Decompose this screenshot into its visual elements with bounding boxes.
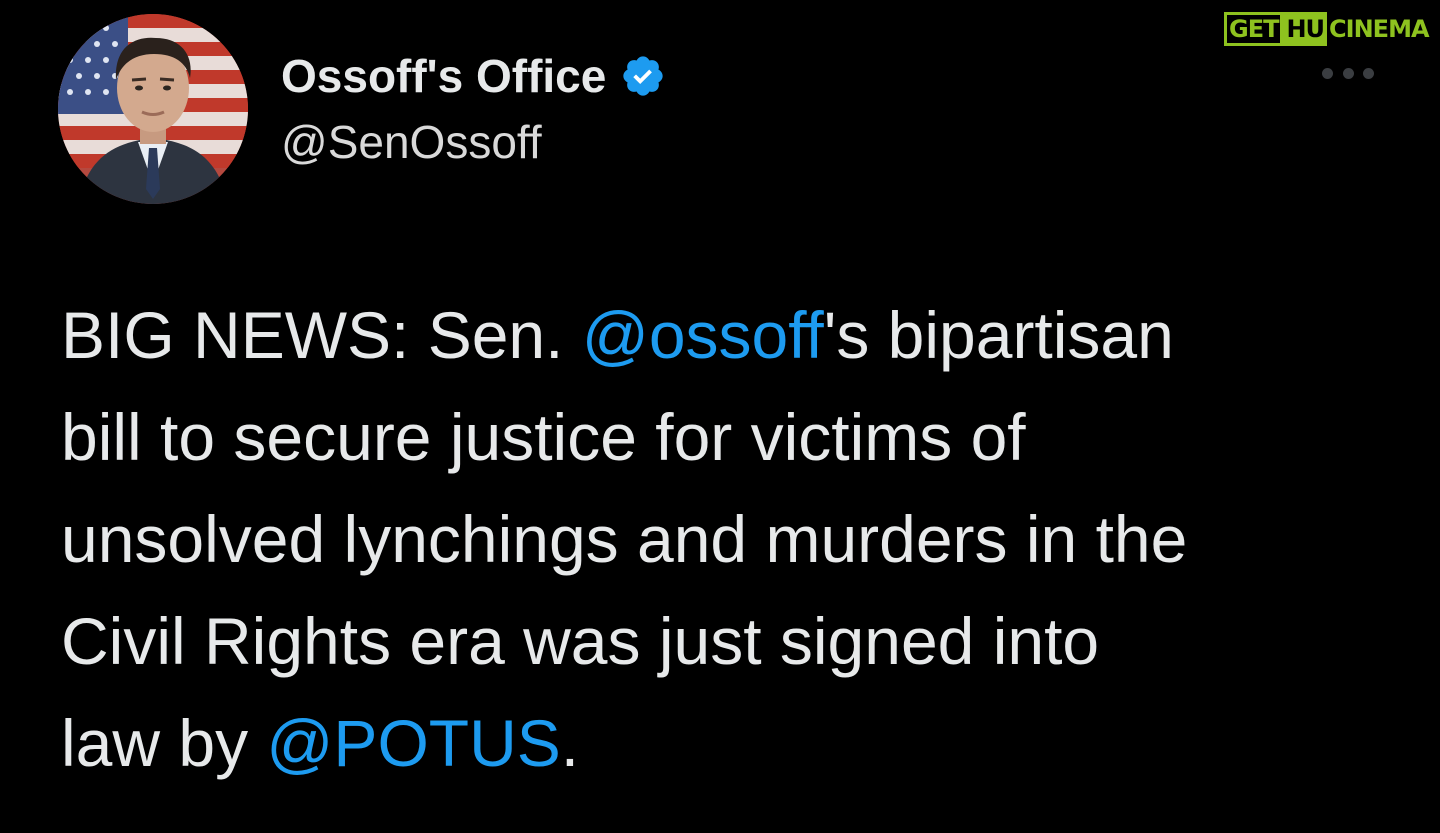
avatar[interactable] xyxy=(58,14,248,204)
mention-link[interactable]: @ossoff xyxy=(582,298,824,372)
more-options-icon[interactable] xyxy=(1322,64,1374,82)
author-name-row: Ossoff's Office xyxy=(281,46,666,106)
tweet-line: law by @POTUS. xyxy=(61,692,1421,794)
tweet-text-segment: . xyxy=(560,706,580,780)
tweet-line: BIG NEWS: Sen. @ossoff's bipartisan xyxy=(61,284,1421,386)
verified-badge-icon xyxy=(620,53,666,99)
tweet-card: Ossoff's Office @SenOssoff GET HU CINEMA… xyxy=(0,0,1440,833)
tweet-text-segment: unsolved lynchings and murders in the xyxy=(61,502,1188,576)
tweet-text-segment: bill to secure justice for victims of xyxy=(61,400,1026,474)
tweet-text-segment: law by xyxy=(61,706,267,780)
watermark-part: CINEMA xyxy=(1329,15,1429,43)
tweet-line: bill to secure justice for victims of xyxy=(61,386,1421,488)
more-dot xyxy=(1322,67,1333,79)
watermark-logo: GET HU CINEMA xyxy=(1224,12,1431,46)
mention-link[interactable]: @POTUS xyxy=(266,706,560,780)
more-dot xyxy=(1342,67,1354,79)
watermark-part: GET xyxy=(1224,12,1284,46)
more-dot xyxy=(1363,67,1374,79)
watermark-part: HU xyxy=(1283,12,1328,46)
author-handle[interactable]: @SenOssoff xyxy=(281,112,542,172)
tweet-text: BIG NEWS: Sen. @ossoff's bipartisan bill… xyxy=(61,284,1421,794)
tweet-text-segment: BIG NEWS: Sen. xyxy=(61,298,582,372)
display-name[interactable]: Ossoff's Office xyxy=(281,46,606,106)
avatar-image xyxy=(58,14,248,204)
tweet-line: unsolved lynchings and murders in the xyxy=(61,488,1421,590)
tweet-line: Civil Rights era was just signed into xyxy=(61,590,1421,692)
tweet-text-segment: Civil Rights era was just signed into xyxy=(61,604,1100,678)
tweet-text-segment: 's bipartisan xyxy=(823,298,1174,372)
